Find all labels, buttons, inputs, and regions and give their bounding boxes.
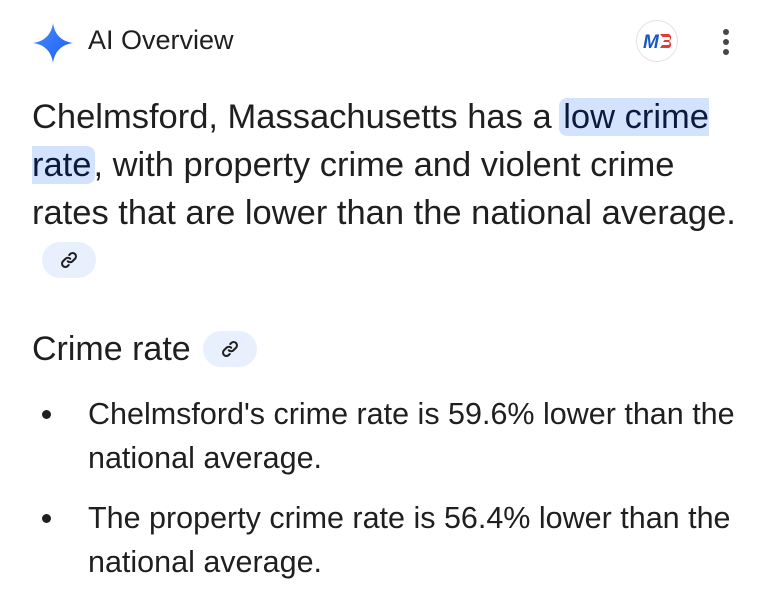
link-icon (61, 251, 77, 268)
source-logo-icon: M (643, 32, 672, 52)
more-vert-icon (723, 29, 729, 55)
sparkle-icon (32, 22, 74, 64)
summary-text-start: Chelmsford, Massachusetts has a (32, 98, 562, 136)
bullet-icon (42, 410, 51, 419)
section-heading: Crime rate (32, 326, 257, 372)
citation-link-button[interactable] (42, 241, 96, 278)
crime-rate-list: Chelmsford's crime rate is 59.6% lower t… (32, 392, 748, 600)
more-options-button[interactable] (714, 22, 738, 62)
summary-text-end: , with property crime and violent crime … (32, 146, 736, 232)
section-title-text: Crime rate (32, 330, 191, 368)
list-item-text: The property crime rate is 56.4% lower t… (88, 501, 731, 579)
source-logo[interactable]: M (636, 20, 678, 62)
svg-text:M: M (643, 32, 660, 52)
list-item: Chelmsford's crime rate is 59.6% lower t… (32, 392, 748, 480)
list-item: The property crime rate is 56.4% lower t… (32, 496, 748, 584)
ai-overview-title: AI Overview (88, 25, 234, 55)
overview-summary: Chelmsford, Massachusetts has a low crim… (32, 93, 748, 285)
list-item-text: Chelmsford's crime rate is 59.6% lower t… (88, 397, 735, 475)
section-citation-link-button[interactable] (202, 331, 257, 367)
ai-overview-header: AI Overview M (30, 18, 748, 64)
link-icon (221, 341, 238, 357)
bullet-icon (42, 514, 51, 523)
